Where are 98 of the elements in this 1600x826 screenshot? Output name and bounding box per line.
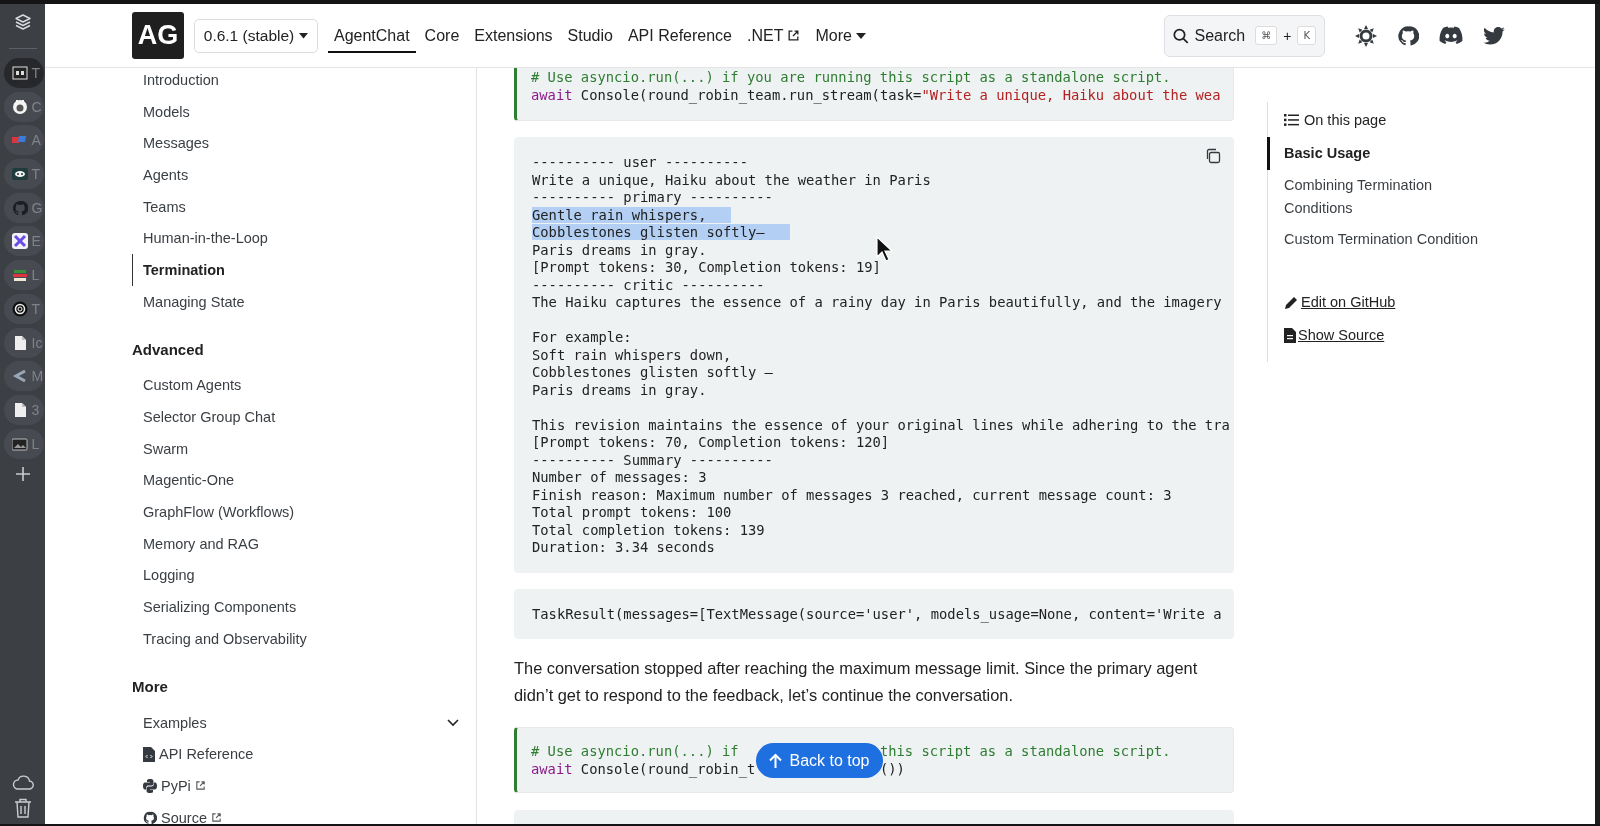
key-cap: ⌘ (1255, 26, 1278, 45)
twitter-icon[interactable] (1483, 26, 1505, 45)
toc-link[interactable]: Basic Usage (1267, 137, 1499, 170)
nav-link[interactable]: API Reference (621, 18, 738, 53)
theme-toggle-icon[interactable] (1355, 24, 1377, 47)
github-icon[interactable] (1397, 24, 1419, 47)
version-dropdown[interactable]: 0.6.1 (stable) (194, 18, 318, 53)
code-line: Cobblestones glisten softly — (532, 364, 773, 380)
sidebar-item[interactable]: Custom Agents (132, 369, 459, 402)
code-line: [Prompt tokens: 30, Completion tokens: 19] (532, 259, 881, 275)
add-icon[interactable] (15, 467, 30, 482)
nav-link[interactable]: Core (418, 18, 466, 53)
nav-link[interactable]: Extensions (468, 18, 559, 53)
sidebar-item[interactable]: Models (132, 95, 459, 128)
app-tab[interactable]: T (3, 58, 44, 88)
edit-link[interactable]: Edit on GitHub (1284, 294, 1499, 310)
code-line: ---------- critic ---------- (532, 276, 765, 293)
code-line: Paris dreams in gray. (532, 241, 707, 258)
code-line: Number of messages: 3 (532, 469, 707, 485)
python-icon (143, 778, 157, 793)
code-line: Write a unique, Haiku about the weather in Paris (532, 171, 931, 188)
code-line: Duration: 3.34 seconds (532, 539, 715, 555)
sidebar-item[interactable]: Serializing Components (132, 591, 459, 623)
code-line: Total prompt tokens: 100 (532, 504, 732, 520)
site-logo[interactable]: AG (132, 12, 184, 59)
sidebar-item[interactable]: Swarm (132, 432, 459, 465)
code-line: Soft rain whispers down, (532, 346, 732, 363)
search-button[interactable]: Search ⌘ + K (1164, 14, 1325, 57)
sidebar-item[interactable]: Source (132, 801, 459, 824)
code-line: await Console(round_robin_team.run_stream(task="Write a unique, Haiku about the wea (531, 87, 1221, 103)
search-icon (1173, 26, 1189, 45)
chevron-icon (11, 368, 28, 385)
code-line: Total completion tokens: 139 (532, 521, 765, 538)
code-line: Finish reason: Maximum number of messages 3 reached, current message count: 3 (532, 486, 1172, 503)
sidebar-item[interactable]: Introduction (132, 68, 459, 96)
sidebar-item[interactable]: Logging (132, 559, 459, 592)
toc-heading: On this page (1304, 111, 1387, 130)
toc-link[interactable]: Custom Termination Condition (1267, 224, 1499, 255)
github-icon (11, 199, 28, 216)
sidebar-item[interactable]: Magentic-One (132, 464, 459, 497)
source-link[interactable]: Show Source (1284, 327, 1499, 343)
cross-icon (11, 233, 28, 250)
code-line: TaskResult(messages=[TextMessage(source='user', models_usage=None, content='Write a (532, 605, 1222, 622)
code-line: For example: (532, 329, 632, 345)
swirl-icon (11, 300, 28, 317)
code-text: await Console(round_robin_t (531, 761, 756, 777)
llama-icon (11, 98, 28, 115)
list-icon (1284, 114, 1299, 126)
sidebar-item[interactable]: Termination (132, 254, 459, 286)
caret-icon (299, 32, 309, 39)
sidebar-item[interactable]: Managing State (132, 285, 459, 318)
sidebar-item[interactable]: Tracing and Observability (132, 623, 459, 655)
plus-sign: + (1283, 27, 1292, 44)
toc-link[interactable]: Combining Termination Conditions (1267, 170, 1499, 224)
code-line: ---------- user ---------- (532, 154, 748, 170)
layers-icon[interactable] (12, 12, 33, 32)
discord-icon[interactable] (1439, 26, 1463, 45)
sidebar-item[interactable]: Human-in-the-Loop (132, 222, 459, 255)
key-cap: K (1297, 26, 1316, 45)
code-line: [Prompt tokens: 70, Completion tokens: 120] (532, 434, 890, 450)
sidebar-item[interactable]: API Reference (132, 738, 459, 771)
cursor-icon (876, 236, 894, 262)
copy-icon[interactable] (1205, 148, 1221, 164)
nav-link[interactable]: .NET (741, 18, 807, 53)
code-text: # Use asyncio.run(...) if (531, 743, 739, 759)
section-heading: Advanced (132, 339, 205, 360)
github-icon (143, 810, 157, 824)
more-dropdown[interactable]: More (809, 18, 872, 53)
sidebar-item[interactable]: Agents (132, 159, 459, 191)
chevron-icon[interactable] (447, 718, 459, 727)
sidebar-item[interactable]: GraphFlow (Workflows) (132, 496, 459, 528)
sidebar-item[interactable]: Messages (132, 127, 459, 160)
file-code-icon (143, 746, 155, 762)
pencil-icon (1284, 294, 1299, 310)
code-line: ---------- primary ---------- (532, 189, 773, 205)
trash-icon[interactable] (13, 798, 32, 818)
code-line: The Haiku captures the essence of a rainy day in Paris beautifully, and the imagery (532, 294, 1222, 310)
code-line: Paris dreams in gray. (532, 381, 707, 398)
nav-link[interactable]: AgentChat (328, 18, 416, 53)
sidebar-item[interactable]: Examples (132, 706, 459, 739)
nav-link[interactable]: Studio (561, 18, 619, 53)
stack-icon (11, 267, 28, 284)
logo-icon (11, 65, 28, 81)
file-icon (1284, 327, 1296, 343)
sidebar-item[interactable]: Selector Group Chat (132, 401, 459, 433)
sidebar-item[interactable]: Teams (132, 190, 459, 223)
section-heading: More (132, 676, 169, 697)
code-line: This revision maintains the essence of your original lines while adhering to the tra (532, 416, 1230, 433)
image-icon (11, 435, 28, 452)
robot-icon (11, 166, 28, 183)
sidebar-item[interactable]: Memory and RAG (132, 527, 459, 560)
code-line: # Use asyncio.run(...) if you are running this script as a standalone script. (531, 69, 1171, 85)
body-text: The conversation stopped after reaching the maximum message limit. Since the primary agent didn’t get to respond to the feedback, let’s continue the conversation. (514, 658, 1199, 706)
cloud-icon[interactable] (11, 774, 34, 790)
back-to-top-button[interactable]: Back to top (756, 743, 883, 778)
code-line: ---------- Summary ---------- (532, 451, 773, 468)
arrow-up-icon (769, 752, 783, 769)
sidebar-item[interactable]: PyPi (132, 770, 459, 802)
